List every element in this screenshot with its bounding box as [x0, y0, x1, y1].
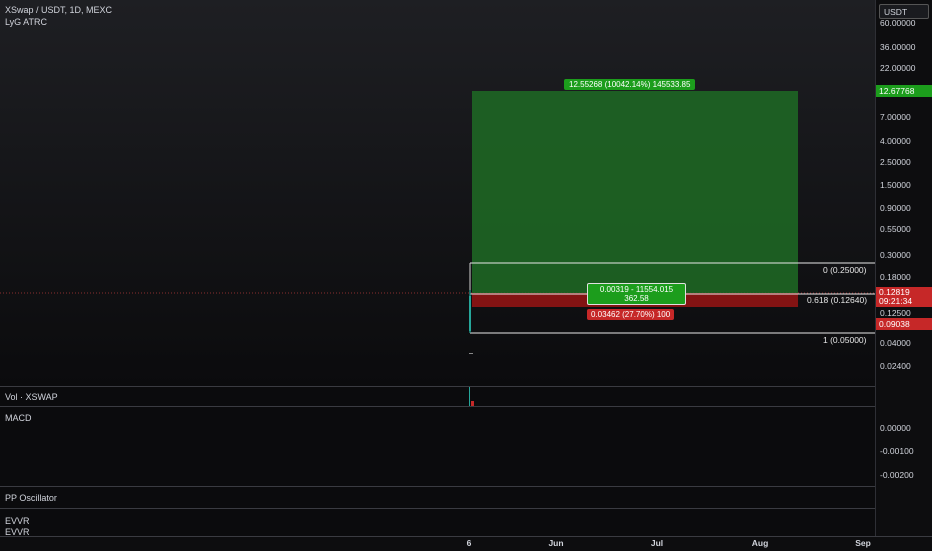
target-label: 12.55268 (10042.14%) 145533.85 [564, 79, 696, 90]
macd-pane[interactable]: MACD [0, 406, 875, 487]
macd-tick: 0.00000 [880, 423, 911, 433]
macd-label[interactable]: MACD [5, 413, 32, 423]
evvr-label[interactable]: EVVR [5, 516, 30, 526]
price-tick: 0.55000 [880, 224, 911, 234]
price-tick: 0.04000 [880, 338, 911, 348]
price-tick: 0.02400 [880, 361, 911, 371]
center-label: 0.00319 - 11554.015 362.58 [587, 283, 686, 305]
price-tick: 60.00000 [880, 18, 916, 28]
price-tick: 22.00000 [880, 63, 916, 73]
volume-label[interactable]: Vol · XSWAP [5, 392, 58, 402]
pp-oscillator-pane[interactable]: PP Oscillator [0, 486, 875, 509]
price-tick: 0.18000 [880, 272, 911, 282]
center-label-line1: 0.00319 - 11554.015 [599, 285, 674, 294]
macd-tick: -0.00100 [880, 446, 914, 456]
price-tick: 2.50000 [880, 157, 911, 167]
time-tick: 6 [466, 538, 472, 548]
price-tick: 4.00000 [880, 136, 911, 146]
marker-dots [469, 353, 473, 354]
center-label-line2: 362.58 [624, 294, 649, 303]
fib-label-618: 0.618 (0.12640) [807, 295, 868, 305]
time-axis[interactable]: 6 Jun Jul Aug Sep [0, 536, 932, 551]
current-price-tag: 0.12819 09:21:34 [876, 287, 932, 307]
time-tick: Sep [855, 538, 871, 548]
fib-label-1: 1 (0.05000) [823, 335, 867, 345]
position-chart [0, 91, 875, 354]
volume-bar-green [469, 387, 470, 406]
time-tick: Jun [548, 538, 564, 548]
pp-oscillator-label[interactable]: PP Oscillator [5, 493, 57, 503]
fib-label-0: 0 (0.25000) [823, 265, 867, 275]
price-tick: 1.50000 [880, 180, 911, 190]
price-tick: 7.00000 [880, 112, 911, 122]
candle-body [469, 296, 471, 331]
stop-label: 0.03462 (27.70%) 100 [587, 309, 675, 320]
currency-button[interactable]: USDT [879, 4, 929, 19]
macd-tick: -0.00200 [880, 470, 914, 480]
evvr-pane[interactable]: EVVR EVVR [0, 508, 875, 537]
price-tick: 0.12500 [880, 308, 911, 318]
price-tick: 36.00000 [880, 42, 916, 52]
time-tick: Jul [650, 538, 664, 548]
time-tick: Aug [751, 538, 769, 548]
volume-pane[interactable]: Vol · XSWAP [0, 386, 875, 407]
countdown-value: 09:21:34 [879, 296, 913, 306]
price-axis[interactable]: USDT 60.00000 36.00000 22.00000 12.67768… [875, 0, 932, 536]
price-tick: 0.30000 [880, 250, 911, 260]
target-price-tag: 12.67768 [876, 85, 932, 97]
stop-price-tag: 0.09038 [876, 318, 932, 330]
price-tick: 0.90000 [880, 203, 911, 213]
